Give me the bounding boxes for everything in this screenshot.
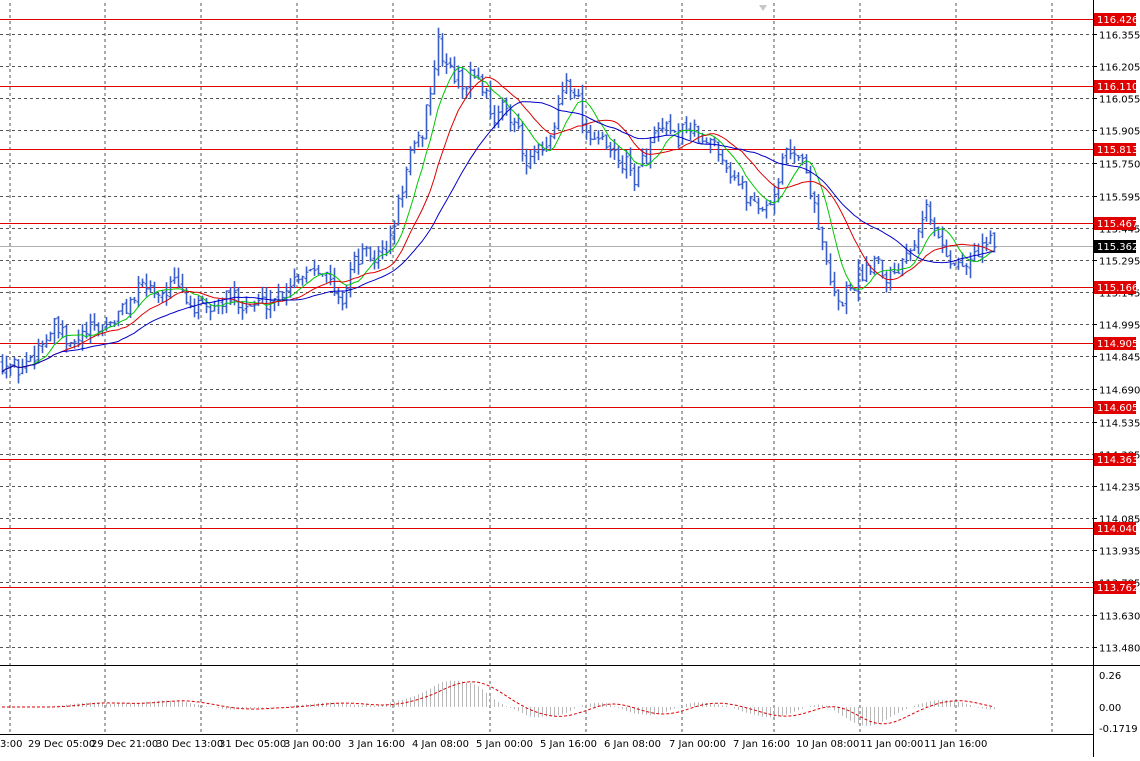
price-tick-label: 114.690 [1099, 386, 1140, 397]
chart-shift-marker-icon[interactable] [759, 5, 767, 11]
price-tick-label: 114.535 [1099, 419, 1140, 430]
time-axis-label: 10 Jan 08:00 [796, 739, 859, 750]
level-label-text: 114.040 [1097, 524, 1138, 535]
time-axis-label: 11 Jan 00:00 [860, 739, 923, 750]
price-tick-label: 114.235 [1099, 483, 1140, 494]
price-tick-label: 115.905 [1099, 127, 1140, 138]
chart-root: 116.355 116.205 116.055 115.905 115.750 115.5… [0, 0, 1140, 757]
time-axis-label: 6 Jan 08:00 [604, 739, 661, 750]
level-label-text: 114.605 [1097, 403, 1138, 414]
vertical-grid [9, 3, 1053, 734]
price-tick-label: 115.295 [1099, 257, 1140, 268]
price-tick-label: 114.995 [1099, 321, 1140, 332]
price-chart[interactable]: 116.355 116.205 116.055 115.905 115.750 115.5… [0, 0, 1140, 757]
level-label-text: 115.467 [1097, 219, 1138, 230]
price-tick-label: 116.205 [1099, 63, 1140, 74]
level-label-text: 113.762 [1097, 583, 1138, 594]
level-label-text: 114.905 [1097, 339, 1138, 350]
time-axis-label: 29 Dec 21:00 [91, 739, 158, 750]
level-label-text: 115.813 [1097, 145, 1138, 156]
time-axis-label: 30 Dec 13:00 [156, 739, 223, 750]
oscillator-tick-label: 0.00 [1099, 703, 1121, 714]
price-tick-label: 116.355 [1099, 31, 1140, 42]
time-axis-label: 7 Jan 00:00 [669, 739, 726, 750]
price-tick-label: 114.845 [1099, 353, 1140, 364]
time-axis-label: 3 Jan 00:00 [284, 739, 341, 750]
oscillator-axis: 0.26 0.00 -0.1719 [1099, 671, 1138, 735]
oscillator-tick-label: 0.26 [1099, 671, 1121, 682]
time-axis-label: 3:00 [0, 739, 22, 750]
level-label-text: 114.363 [1097, 455, 1138, 466]
horizontal-grid [0, 34, 1093, 648]
time-axis-label: 4 Jan 08:00 [412, 739, 469, 750]
price-tick-label: 115.750 [1099, 160, 1140, 171]
time-axis: 3:00 29 Dec 05:0029 Dec 21:0030 Dec 13:00… [0, 739, 987, 750]
price-tick-label: 113.935 [1099, 547, 1140, 558]
level-label-text: 116.426 [1097, 15, 1138, 26]
current-price-text: 115.362 [1097, 242, 1138, 253]
ma-slow-line [1, 101, 995, 373]
time-axis-label: 3 Jan 16:00 [348, 739, 405, 750]
time-axis-label: 31 Dec 05:00 [219, 739, 286, 750]
oscillator-panel [2, 680, 995, 726]
chart-frame [0, 0, 1140, 757]
oscillator-tick-label: -0.1719 [1099, 724, 1138, 735]
time-axis-label: 11 Jan 16:00 [924, 739, 987, 750]
level-label-text: 115.166 [1097, 283, 1138, 294]
price-tick-label: 115.595 [1099, 193, 1140, 204]
price-tick-label: 113.630 [1099, 612, 1140, 623]
price-tick-label: 113.480 [1099, 644, 1140, 655]
level-label-text: 116.110 [1097, 82, 1138, 93]
price-tick-label: 116.055 [1099, 95, 1140, 106]
time-axis-label: 5 Jan 16:00 [540, 739, 597, 750]
time-axis-label: 29 Dec 05:00 [28, 739, 95, 750]
time-axis-label: 7 Jan 16:00 [733, 739, 790, 750]
time-axis-label: 5 Jan 00:00 [476, 739, 533, 750]
ohlc-bars [0, 27, 997, 384]
